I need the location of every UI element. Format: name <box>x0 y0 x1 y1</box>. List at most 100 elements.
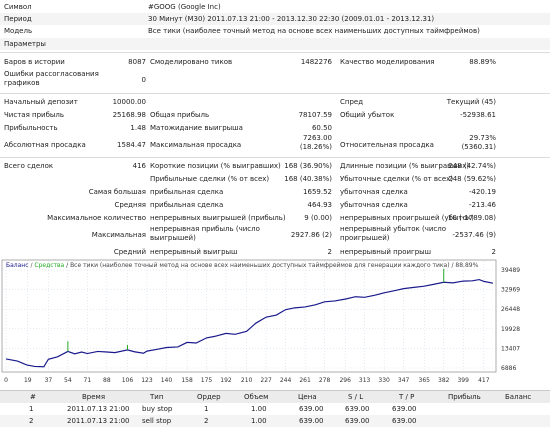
x-tick-label: 244 <box>280 377 292 384</box>
period-label: Период <box>4 15 32 23</box>
ticks-label: Смоделировано тиков <box>150 58 233 66</box>
col-tp: T / P <box>399 393 415 401</box>
legend-balance: Баланс <box>6 262 29 269</box>
legend-description: / Все тики (наиболее точный метод на осн… <box>64 262 478 269</box>
x-tick-label: 140 <box>161 377 173 384</box>
abs-drawdown-value: 1584.47 <box>117 141 146 149</box>
row-errors: Ошибки рассогласования графиков 0 <box>0 69 550 91</box>
col-time: Время <box>82 393 106 401</box>
x-tick-label: 88 <box>103 377 111 384</box>
period-value: 30 Минут (M30) 2011.07.13 21:00 - 2013.1… <box>148 15 435 23</box>
legend-equity: Средства <box>34 262 64 269</box>
row-avg-consec: Средний непрерывный выигрыш 2 непрерывны… <box>0 246 550 258</box>
symbol-label: Символ <box>4 3 32 11</box>
cell-type: sell stop <box>142 417 172 425</box>
rel-drawdown-percent: 29.73% <box>469 134 496 142</box>
rel-drawdown-label: Относительная просадка <box>340 141 434 149</box>
cell-volume: 1.00 <box>251 417 267 425</box>
largest-label: Самая большая <box>88 188 146 196</box>
ticks-value: 1482276 <box>300 58 332 66</box>
row-symbol: Символ #GOOG (Google Inc) <box>0 1 550 13</box>
x-tick-label: 71 <box>84 377 92 384</box>
y-tick-label: 19928 <box>501 326 520 333</box>
x-tick-label: 330 <box>378 377 390 384</box>
quality-value: 88.89% <box>469 58 496 66</box>
largest-profit-value: 1659.52 <box>303 188 332 196</box>
x-tick-label: 227 <box>260 377 272 384</box>
x-tick-label: 296 <box>339 377 351 384</box>
y-tick-label: 39489 <box>501 267 520 274</box>
x-tick-label: 0 <box>4 377 8 384</box>
largest-profit-label: прибыльная сделка <box>150 188 224 196</box>
gross-profit-value: 78107.59 <box>298 111 332 119</box>
x-tick-label: 417 <box>478 377 490 384</box>
symbol-value: #GOOG (Google Inc) <box>148 3 221 11</box>
balance-graph: 6886 13407 19928 26448 32969 39489 0 19 37 54 71 8… <box>0 258 550 390</box>
expected-payoff-value: 60.50 <box>311 124 332 132</box>
row-bars: Баров в истории 8087 Смоделировано тиков… <box>0 56 550 68</box>
bars-label: Баров в истории <box>4 58 65 66</box>
row-largest: Самая большая прибыльная сделка 1659.52 … <box>0 186 550 198</box>
average-profit-label: прибыльная сделка <box>150 201 224 209</box>
expected-payoff-label: Матожидание выигрыша <box>150 124 243 132</box>
cell-order: 2 <box>204 417 209 425</box>
trades-table-header: # Время Тип Ордер Объем Цена S / L T / P… <box>0 390 550 403</box>
cell-sl: 639.00 <box>345 417 370 425</box>
max-consec-loss-value: -2537.46 (9) <box>452 231 496 239</box>
cell-order: 1 <box>204 405 209 413</box>
avg-consec-label: Средний <box>113 248 146 256</box>
table-row[interactable]: 1 2011.07.13 21:00 buy stop 1 1.00 639.0… <box>0 403 550 415</box>
row-period: Период 30 Минут (M30) 2011.07.13 21:00 -… <box>0 13 550 25</box>
col-sl: S / L <box>348 393 364 401</box>
long-positions-value: 248 (42.74%) <box>448 162 496 170</box>
avg-consec-losses-value: 2 <box>491 248 496 256</box>
x-tick-label: 37 <box>45 377 53 384</box>
abs-drawdown-label: Абсолютная просадка <box>4 141 86 149</box>
spread-label: Спред <box>340 98 364 106</box>
rel-drawdown-value: (5360.31) <box>461 143 496 151</box>
total-trades-value: 416 <box>132 162 146 170</box>
average-profit-value: 464.93 <box>307 201 333 209</box>
x-tick-label: 54 <box>64 377 72 384</box>
chart-legend: Баланс / Средства / Все тики (наиболее т… <box>6 262 479 269</box>
profit-factor-label: Прибыльность <box>4 124 58 132</box>
y-tick-label: 6886 <box>501 365 516 372</box>
divider <box>0 157 550 158</box>
table-row[interactable]: 2 2011.07.13 21:00 sell stop 2 1.00 639.… <box>0 415 550 427</box>
deposit-label: Начальный депозит <box>4 98 78 106</box>
cell-type: buy stop <box>142 405 173 413</box>
row-trades: Всего сделок 416 Короткие позиции (% выи… <box>0 160 550 172</box>
max-consec-profit-label: непрерывная прибыль (число <box>150 225 260 233</box>
y-ticks: 6886 13407 19928 26448 32969 39489 <box>501 267 520 372</box>
average-loss-value: -213.46 <box>468 201 496 209</box>
total-trades-label: Всего сделок <box>4 162 54 170</box>
model-label: Модель <box>4 27 33 35</box>
x-tick-label: 19 <box>24 377 32 384</box>
cell-number: 2 <box>29 417 34 425</box>
short-positions-value: 168 (36.90%) <box>284 162 332 170</box>
cell-time: 2011.07.13 21:00 <box>67 417 130 425</box>
x-tick-label: 123 <box>141 377 153 384</box>
row-net: Чистая прибыль 25168.98 Общая прибыль 78… <box>0 109 550 121</box>
cell-number: 1 <box>29 405 34 413</box>
col-price: Цена <box>298 393 317 401</box>
x-tick-label: 210 <box>241 377 253 384</box>
x-tick-label: 313 <box>359 377 371 384</box>
net-profit-value: 25168.98 <box>112 111 146 119</box>
col-balance: Баланс <box>505 393 532 401</box>
col-profit: Прибыль <box>448 393 481 401</box>
gross-loss-label: Общий убыток <box>340 111 395 119</box>
x-ticks: 0 19 37 54 71 88 106 123 140 158 175 192 210 227 244 26… <box>4 377 490 384</box>
errors-value: 0 <box>141 76 146 84</box>
quality-label: Качество моделирования <box>340 58 435 66</box>
balance-chart: 6886 13407 19928 26448 32969 39489 0 19 37 54 71 8… <box>1 259 520 384</box>
gross-profit-label: Общая прибыль <box>150 111 210 119</box>
model-value: Все тики (наиболее точный метод на основ… <box>148 27 480 35</box>
col-order: Ордер <box>197 393 221 401</box>
avg-consec-losses-label: непрерывный проигрыш <box>340 248 432 256</box>
cell-tp: 639.00 <box>392 417 417 425</box>
x-tick-label: 192 <box>220 377 232 384</box>
average-label: Средняя <box>114 201 146 209</box>
gross-loss-value: -52938.61 <box>460 111 496 119</box>
cell-sl: 639.00 <box>345 405 370 413</box>
